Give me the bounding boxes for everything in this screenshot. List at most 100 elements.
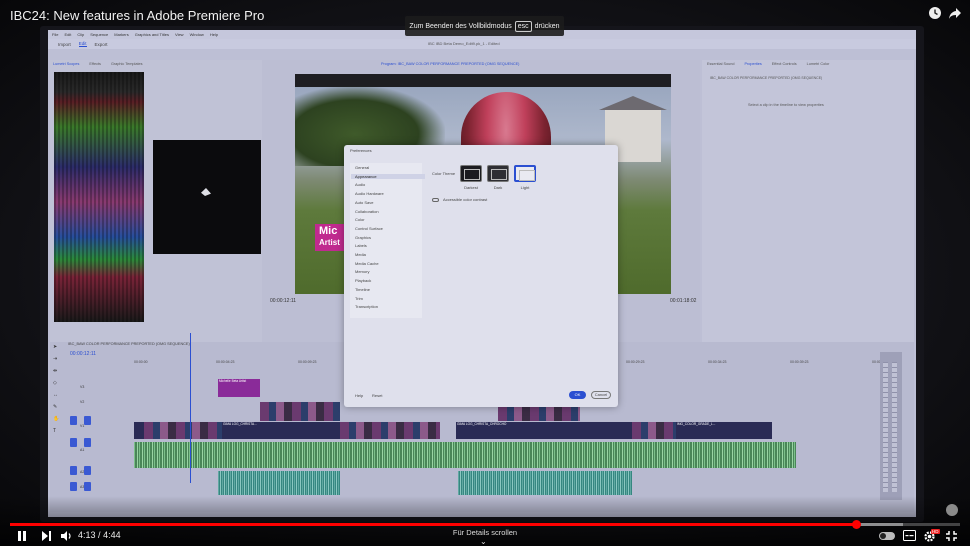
- tab-program[interactable]: Program: IBC_BAW COLOR PERFORMANCE PREPO…: [381, 62, 519, 66]
- timeline-timecode[interactable]: 00:00:12:11: [70, 351, 96, 357]
- razor-tool-icon[interactable]: ◇: [53, 380, 59, 386]
- preferences-category-item[interactable]: Trim: [355, 296, 363, 301]
- preferences-category-item[interactable]: Playback: [355, 278, 371, 283]
- exit-fullscreen-icon[interactable]: [945, 530, 958, 544]
- track-target-v1b[interactable]: [84, 416, 91, 425]
- panel-tab[interactable]: Effects: [89, 62, 101, 66]
- track-target-a3b[interactable]: [84, 482, 91, 491]
- audio-clip-a3[interactable]: [458, 471, 632, 495]
- panel-tab[interactable]: Essential Sound: [707, 62, 734, 66]
- theme-swatch-light[interactable]: [514, 165, 536, 182]
- cancel-button[interactable]: Cancel: [591, 391, 611, 399]
- preferences-category-item[interactable]: Auto Save: [355, 200, 373, 205]
- next-icon[interactable]: [40, 530, 52, 544]
- duration: 4:44: [103, 530, 121, 540]
- preferences-category-item[interactable]: Graphics: [355, 235, 371, 240]
- autoplay-toggle[interactable]: [879, 532, 895, 540]
- ripple-tool-icon[interactable]: ⇼: [53, 368, 59, 374]
- theme-label: Dark: [493, 185, 503, 190]
- workspace-tab[interactable]: Edit: [78, 41, 87, 47]
- menu-item[interactable]: File: [52, 32, 58, 37]
- preferences-category-item[interactable]: Control Surface: [355, 226, 383, 231]
- slip-tool-icon[interactable]: ↔: [53, 392, 59, 398]
- track-target-a2[interactable]: [70, 466, 77, 475]
- panel-tab[interactable]: Properties: [744, 62, 761, 66]
- clock-icon[interactable]: [928, 6, 942, 20]
- track-target-a3[interactable]: [70, 482, 77, 491]
- preferences-category-item[interactable]: Collaboration: [355, 209, 379, 214]
- ok-button[interactable]: OK: [569, 391, 586, 399]
- menu-item[interactable]: Sequence: [90, 32, 108, 37]
- lower-third-line1: Mic: [319, 225, 338, 237]
- timeline-clip[interactable]: GIMA LOG_CHRISTA_CHROCHO: [456, 422, 632, 439]
- preferences-category-item[interactable]: Media Cache: [355, 261, 379, 266]
- volume-icon[interactable]: [60, 530, 73, 544]
- timeline-clip[interactable]: [632, 422, 676, 439]
- pen-tool-icon[interactable]: ✎: [53, 404, 59, 410]
- preferences-category-item[interactable]: Audio: [355, 182, 365, 187]
- workspace-tab[interactable]: Export: [95, 42, 108, 47]
- track-target-a1b[interactable]: [84, 438, 91, 447]
- selection-tool-icon[interactable]: ➤: [53, 344, 59, 350]
- clip-title: GIMA LOG_CHRISTA...: [223, 422, 257, 426]
- panel-tab[interactable]: Lumetri Scopes: [53, 62, 79, 66]
- type-tool-icon[interactable]: T: [53, 428, 59, 434]
- preferences-category-item[interactable]: Color: [355, 217, 365, 222]
- video-title[interactable]: IBC24: New features in Adobe Premiere Pr…: [10, 8, 264, 23]
- audio-clip-a1[interactable]: [134, 442, 796, 468]
- ruler-tick-label: 00:00:29:23: [626, 360, 645, 364]
- video-player[interactable]: File Edit Clip Sequence Markers Graphics and …: [0, 0, 970, 546]
- preferences-category-item[interactable]: Appearance: [351, 173, 425, 179]
- program-timecode-current[interactable]: 00:00:12:11: [270, 298, 296, 304]
- preferences-category-item[interactable]: Transcription: [355, 304, 378, 309]
- menu-item[interactable]: View: [175, 32, 184, 37]
- track-target-a1[interactable]: [70, 438, 77, 447]
- timeline-playhead[interactable]: [190, 333, 191, 483]
- time-display: 4:13 / 4:44: [78, 530, 121, 540]
- track-select-tool-icon[interactable]: ⇥: [53, 356, 59, 362]
- preferences-category-item[interactable]: Labels: [355, 243, 367, 248]
- audio-clip-a2[interactable]: [218, 471, 340, 495]
- menu-item[interactable]: Window: [190, 32, 204, 37]
- theme-swatch-darkest[interactable]: [460, 165, 482, 182]
- timeline-clip[interactable]: [340, 422, 440, 439]
- hand-tool-icon[interactable]: ✋: [53, 416, 59, 422]
- track-target-a2b[interactable]: [84, 466, 91, 475]
- share-icon[interactable]: [948, 6, 962, 20]
- progress-scrubber[interactable]: [851, 520, 861, 529]
- preferences-category-item[interactable]: Audio Hardware: [355, 191, 384, 196]
- menu-item[interactable]: Help: [210, 32, 218, 37]
- timeline-clip[interactable]: [260, 402, 340, 421]
- clip-title: GIMA LOG_CHRISTA_CHROCHO: [457, 422, 507, 426]
- timeline-clip[interactable]: GIMA LOG_CHRISTA...: [222, 422, 340, 439]
- reset-button[interactable]: Reset: [372, 393, 382, 398]
- panel-tab[interactable]: Effect Controls: [772, 62, 797, 66]
- panel-tab[interactable]: Graphic Templates: [111, 62, 143, 66]
- timeline-clip[interactable]: Michelle Beta Artist: [218, 379, 260, 397]
- help-button[interactable]: Help: [355, 393, 363, 398]
- panel-tab[interactable]: Lumetri Color: [807, 62, 830, 66]
- timeline-clip[interactable]: IMG_COLOR_GRADE_L...: [676, 422, 772, 439]
- menu-item[interactable]: Edit: [64, 32, 71, 37]
- menu-item[interactable]: Clip: [77, 32, 84, 37]
- preferences-category-item[interactable]: General: [355, 165, 369, 170]
- timeline-tab[interactable]: IBC_BAW COLOR PERFORMANCE PREPORTED (OMG…: [68, 342, 190, 346]
- clip-title: IMG_COLOR_GRADE_L...: [677, 422, 716, 426]
- preferences-category-item[interactable]: Memory: [355, 269, 369, 274]
- channel-avatar[interactable]: [946, 504, 958, 516]
- preferences-category-item[interactable]: Timeline: [355, 287, 370, 292]
- scroll-for-details[interactable]: Für Details scrollen: [446, 528, 524, 537]
- subtitles-icon[interactable]: [903, 530, 916, 543]
- pause-icon[interactable]: [16, 530, 28, 544]
- properties-empty-hint: Select a clip in the timeline to view pr…: [748, 103, 824, 107]
- theme-swatch-dark[interactable]: [487, 165, 509, 182]
- preferences-category-item[interactable]: Media: [355, 252, 366, 257]
- workspace-tab[interactable]: Import: [58, 42, 71, 47]
- track-target-v1[interactable]: [70, 416, 77, 425]
- menu-item[interactable]: Graphics and Titles: [135, 32, 169, 37]
- menu-item[interactable]: Markers: [114, 32, 128, 37]
- progress-bar[interactable]: [10, 520, 960, 529]
- chevron-down-icon[interactable]: ⌄: [480, 537, 487, 546]
- esc-key-badge: esc: [514, 20, 532, 32]
- accessible-contrast-toggle[interactable]: [432, 198, 439, 202]
